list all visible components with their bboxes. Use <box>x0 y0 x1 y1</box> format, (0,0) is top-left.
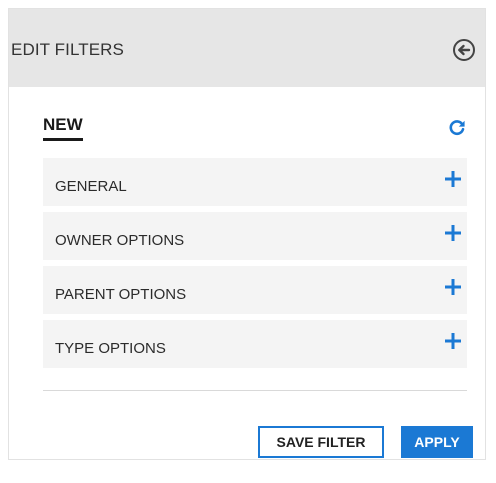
plus-icon[interactable] <box>445 333 461 349</box>
plus-icon[interactable] <box>445 225 461 241</box>
apply-button[interactable]: APPLY <box>401 426 473 458</box>
section-parent-options[interactable]: PARENT OPTIONS <box>43 266 467 314</box>
plus-icon[interactable] <box>445 171 461 187</box>
edit-filters-panel: EDIT FILTERS NEW GENERAL OWNER OPTIONS P… <box>8 8 486 460</box>
panel-title: EDIT FILTERS <box>11 40 124 59</box>
panel-header: EDIT FILTERS <box>9 9 485 87</box>
back-button[interactable] <box>452 38 476 62</box>
section-label: OWNER OPTIONS <box>55 232 185 249</box>
save-filter-button[interactable]: SAVE FILTER <box>258 426 384 458</box>
section-label: TYPE OPTIONS <box>55 340 166 357</box>
divider <box>43 390 467 391</box>
refresh-button[interactable] <box>448 119 466 137</box>
plus-icon[interactable] <box>445 279 461 295</box>
section-label: GENERAL <box>55 178 127 195</box>
section-label: PARENT OPTIONS <box>55 286 187 303</box>
section-owner-options[interactable]: OWNER OPTIONS <box>43 212 467 260</box>
circle-arrow-left-icon <box>453 39 475 61</box>
filter-name: NEW <box>43 115 83 141</box>
section-general[interactable]: GENERAL <box>43 158 467 206</box>
refresh-icon <box>449 120 465 136</box>
filter-section-list: GENERAL OWNER OPTIONS PARENT OPTIONS TYP… <box>43 158 467 374</box>
section-type-options[interactable]: TYPE OPTIONS <box>43 320 467 368</box>
